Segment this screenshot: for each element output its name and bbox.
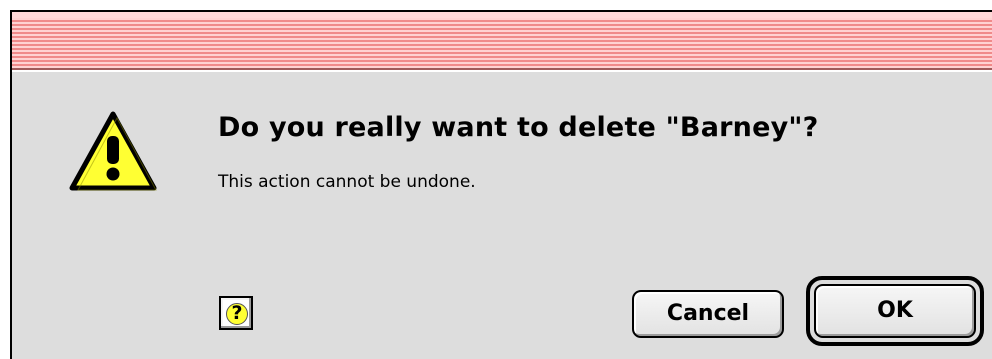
- alert-message: This action cannot be undone.: [218, 172, 476, 192]
- dialog-title-bar[interactable]: [12, 12, 992, 70]
- help-button[interactable]: ?: [219, 296, 253, 330]
- ok-button[interactable]: OK: [814, 284, 976, 338]
- cancel-button[interactable]: Cancel: [632, 290, 784, 338]
- title-bar-highlight: [12, 12, 992, 18]
- alert-dialog: Do you really want to delete "Barney"? T…: [10, 10, 992, 359]
- help-glyph: ?: [231, 302, 243, 324]
- dialog-content: Do you really want to delete "Barney"? T…: [12, 70, 992, 359]
- alert-headline: Do you really want to delete "Barney"?: [218, 112, 819, 143]
- warning-triangle-icon: [69, 111, 157, 191]
